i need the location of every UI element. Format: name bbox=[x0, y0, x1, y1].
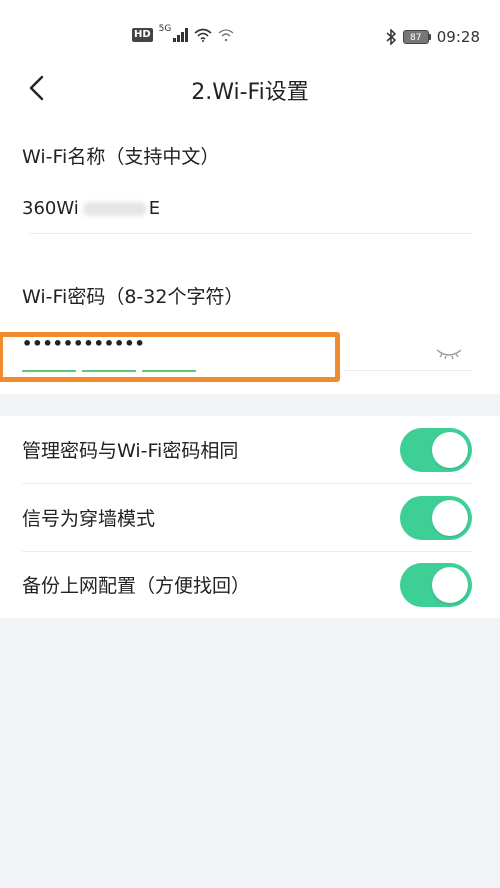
switch-knob bbox=[432, 567, 468, 603]
toggle-row-backup-config: 备份上网配置（方便找回） bbox=[0, 551, 500, 618]
ssid-value-prefix: 360Wi bbox=[22, 198, 79, 219]
ssid-input[interactable]: 360Wi E bbox=[22, 198, 160, 219]
page-title: 2.Wi-Fi设置 bbox=[191, 80, 309, 105]
same-password-switch[interactable] bbox=[400, 428, 472, 472]
bluetooth-icon bbox=[386, 29, 396, 45]
status-bar: HD 5G 87 09:28 bbox=[0, 0, 500, 56]
battery-icon: 87 bbox=[402, 30, 431, 44]
wifi-icon bbox=[194, 28, 212, 42]
header: 2.Wi-Fi设置 bbox=[0, 56, 500, 120]
signal-icon bbox=[173, 28, 189, 42]
backup-config-label: 备份上网配置（方便找回） bbox=[22, 575, 251, 597]
ssid-value-suffix: E bbox=[148, 198, 161, 219]
toggle-password-visibility-button[interactable] bbox=[434, 340, 464, 364]
status-right: 87 09:28 bbox=[385, 28, 480, 46]
toggle-row-wall-mode: 信号为穿墙模式 bbox=[0, 484, 500, 551]
wall-mode-switch[interactable] bbox=[400, 496, 472, 540]
wifi-form: Wi-Fi名称（支持中文） 360Wi E Wi-Fi密码（8-32个字符） ••… bbox=[0, 120, 500, 394]
backup-config-switch[interactable] bbox=[400, 563, 472, 607]
ssid-redaction bbox=[82, 202, 147, 216]
options-list: 管理密码与Wi-Fi密码相同 信号为穿墙模式 备份上网配置（方便找回） bbox=[0, 416, 500, 618]
switch-knob bbox=[432, 500, 468, 536]
battery-level: 87 bbox=[402, 30, 429, 44]
password-divider bbox=[344, 370, 472, 371]
ssid-label: Wi-Fi名称（支持中文） bbox=[22, 146, 220, 168]
status-icons: HD 5G bbox=[132, 24, 234, 42]
switch-knob bbox=[432, 432, 468, 468]
password-label: Wi-Fi密码（8-32个字符） bbox=[22, 286, 244, 308]
wall-mode-label: 信号为穿墙模式 bbox=[22, 508, 156, 530]
ssid-divider bbox=[30, 233, 472, 234]
password-highlight-box bbox=[0, 332, 340, 382]
same-password-label: 管理密码与Wi-Fi密码相同 bbox=[22, 440, 239, 462]
eye-closed-icon bbox=[436, 349, 462, 360]
hd-badge: HD bbox=[132, 28, 153, 42]
network-type: 5G bbox=[158, 24, 172, 34]
clock: 09:28 bbox=[436, 28, 480, 46]
toggle-row-same-password: 管理密码与Wi-Fi密码相同 bbox=[0, 416, 500, 483]
wifi-alt-icon bbox=[218, 29, 234, 42]
